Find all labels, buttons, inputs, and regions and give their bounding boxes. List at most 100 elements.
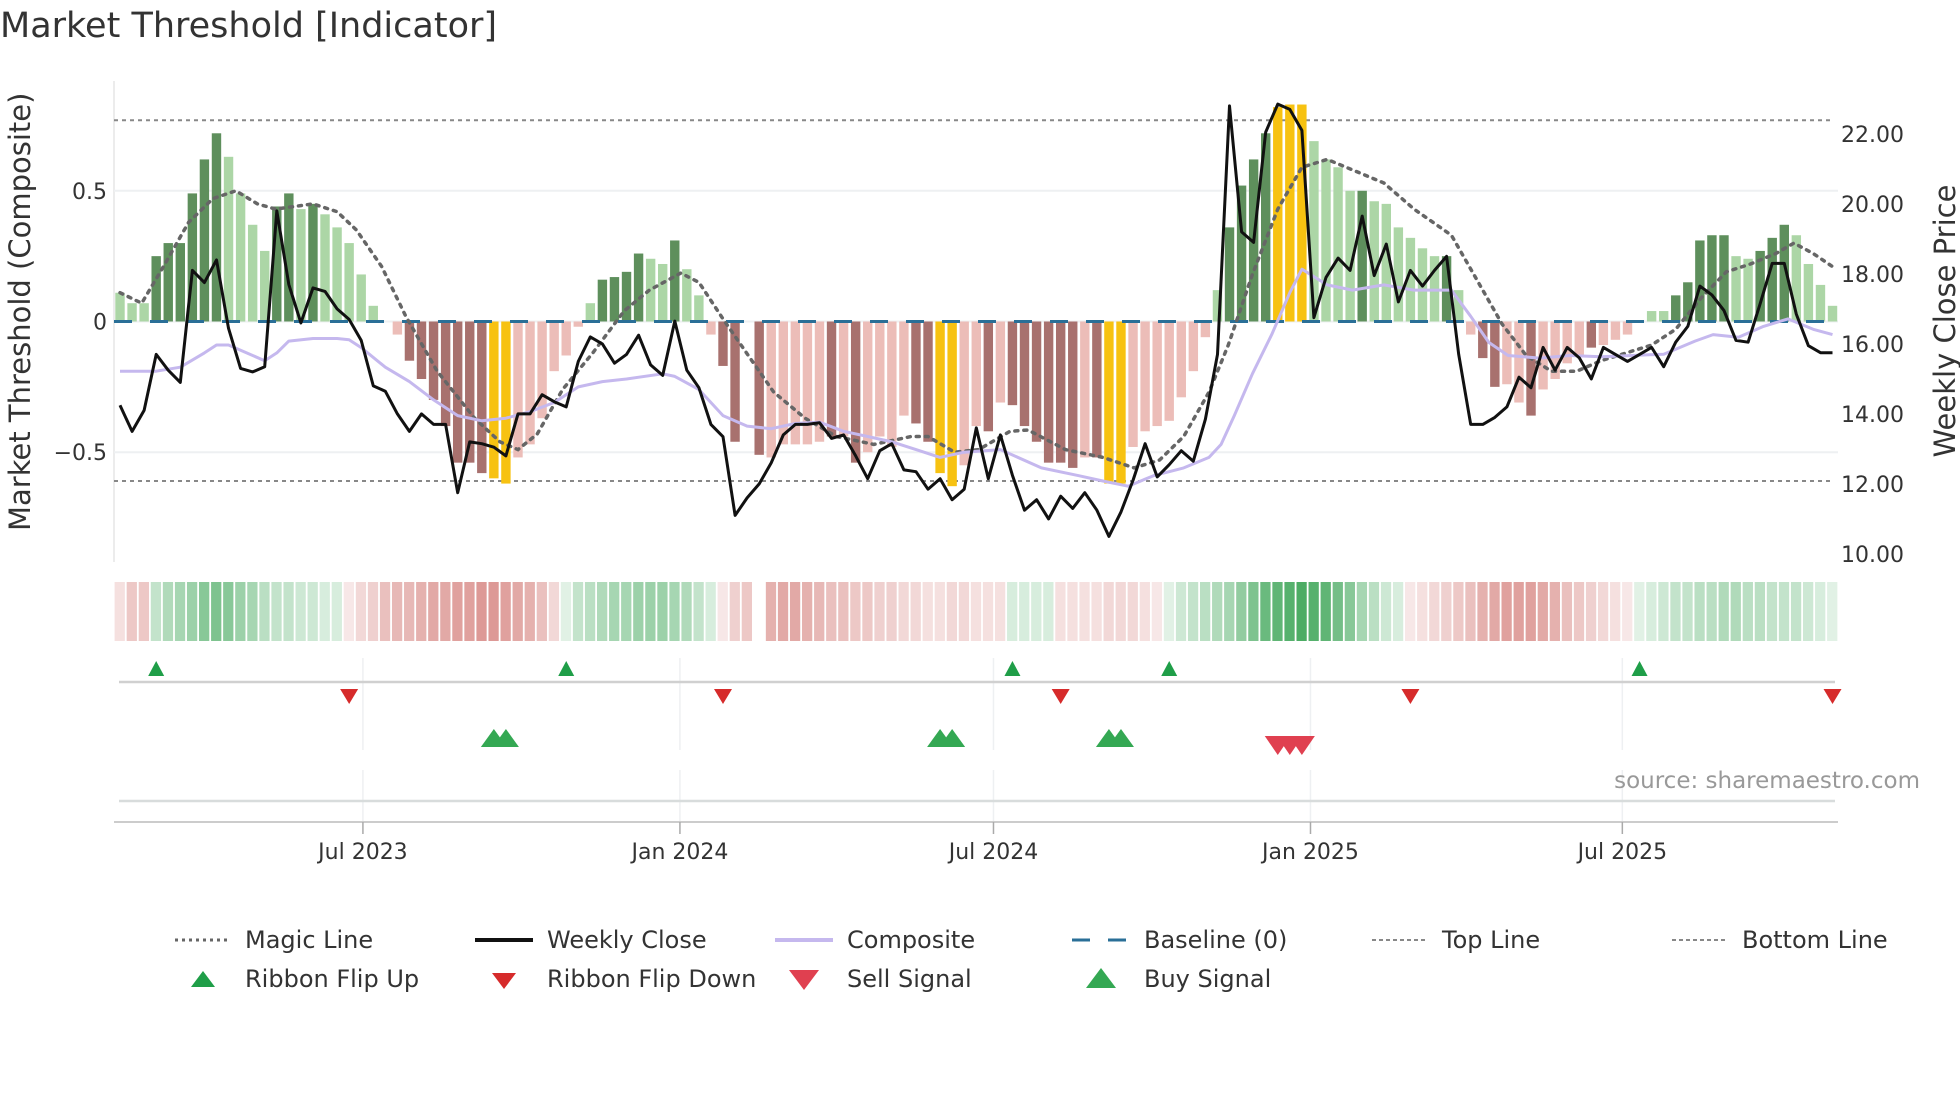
ribbon-flip-up-marker — [1004, 661, 1021, 676]
ribbon-cell — [910, 582, 921, 641]
legend-label: Ribbon Flip Down — [547, 965, 757, 993]
ribbon-cell — [1417, 582, 1428, 641]
histogram-bar — [1080, 321, 1090, 458]
histogram-bar — [670, 240, 680, 322]
ribbon-cell — [1501, 582, 1512, 641]
ribbon-cell — [1248, 582, 1259, 641]
histogram-bar — [899, 321, 909, 416]
ribbon-cell — [886, 582, 897, 641]
ribbon-cell — [1730, 582, 1741, 641]
ribbon-cell — [898, 582, 909, 641]
ribbon-cell — [126, 582, 137, 641]
ribbon-cell — [1043, 582, 1054, 641]
ribbon-cell — [572, 582, 584, 641]
histogram-bar — [633, 253, 644, 322]
ribbon-cell — [247, 582, 258, 641]
ribbon-flip-down-marker — [714, 689, 732, 704]
histogram-bar — [1658, 311, 1669, 322]
histogram-bar — [935, 321, 945, 474]
histogram-bar — [1514, 321, 1524, 403]
ribbon-cell — [1658, 582, 1669, 641]
histogram-bar — [983, 321, 994, 432]
dotted-line-icon — [1672, 939, 1728, 941]
histogram-bar — [1164, 321, 1174, 421]
histogram-bar — [1309, 141, 1319, 322]
ribbon-cell — [295, 582, 306, 641]
ribbon-cell — [1224, 582, 1235, 641]
x-tick-label: Jul 2023 — [316, 840, 408, 865]
histogram-bar — [139, 303, 149, 322]
legend-label: Top Line — [1442, 926, 1541, 954]
ribbon-cell — [970, 582, 982, 641]
histogram-bar — [175, 243, 185, 322]
legend-bottom-line: Bottom Line — [1672, 925, 1888, 955]
solid-line-icon — [475, 938, 533, 942]
histogram-bar — [537, 321, 547, 419]
right-tick-label: 14.00 — [1841, 403, 1904, 428]
ribbon-cell — [1670, 582, 1681, 641]
ribbon-cell — [223, 582, 234, 641]
histogram-bar — [1827, 305, 1838, 322]
histogram-bar — [1357, 190, 1367, 322]
ribbon-cell — [802, 582, 813, 641]
histogram-bar — [1622, 321, 1633, 335]
histogram-bar — [223, 156, 234, 322]
ribbon-cell — [1127, 582, 1138, 641]
histogram-bar — [344, 243, 354, 322]
histogram-bar — [694, 295, 704, 322]
ribbon-cell — [1706, 582, 1717, 641]
ribbon-cell — [1441, 582, 1452, 641]
histogram-bar — [1273, 107, 1283, 322]
ribbon-cell — [1766, 582, 1778, 641]
ribbon-cell — [1465, 582, 1476, 641]
histogram-bar — [1224, 227, 1235, 322]
histogram-bar — [585, 303, 596, 322]
ribbon-cell — [862, 582, 873, 641]
x-tick-label: Jul 2024 — [947, 840, 1039, 865]
ribbon-cell — [1356, 582, 1368, 641]
histogram-bar — [1767, 237, 1777, 322]
ribbon-cell — [1187, 582, 1199, 641]
ribbon-cell — [271, 582, 282, 641]
histogram-bar — [151, 256, 161, 322]
ribbon-cell — [1031, 582, 1042, 641]
ribbon-cell — [452, 582, 463, 641]
solid-line-icon — [775, 938, 833, 942]
histogram-bar — [1707, 235, 1717, 322]
ribbon-cell — [657, 582, 668, 641]
ribbon-cell — [355, 582, 367, 641]
histogram-bar — [1610, 321, 1621, 340]
ribbon-cell — [633, 582, 644, 641]
ribbon-cell — [789, 582, 801, 641]
histogram-bar — [368, 305, 378, 322]
dashed-line-icon — [1072, 938, 1130, 942]
ribbon-cell — [814, 582, 825, 641]
ribbon-cell — [1344, 582, 1355, 641]
histogram-bar — [1598, 321, 1609, 346]
histogram-bar — [477, 321, 487, 474]
ribbon-cell — [1453, 582, 1464, 641]
ribbon-cell — [138, 582, 149, 641]
ribbon-flip-down-marker — [1051, 689, 1070, 704]
ribbon-cell — [235, 582, 246, 641]
legend-composite: Composite — [775, 925, 975, 955]
ribbon-cell — [1320, 582, 1331, 641]
ribbon-flip-down-marker — [1401, 689, 1420, 704]
triangle-down-icon — [789, 970, 819, 990]
legend-label: Buy Signal — [1144, 965, 1272, 993]
ribbon-cell — [114, 582, 125, 641]
ribbon-cell — [645, 582, 656, 641]
ribbon-cell — [1429, 582, 1440, 641]
ribbon-cell — [1803, 582, 1814, 641]
ribbon-cell — [1284, 582, 1295, 641]
right-tick-label: 12.00 — [1841, 473, 1904, 498]
ribbon-cell — [1260, 582, 1271, 641]
histogram-bar — [573, 321, 583, 327]
legend-label: Baseline (0) — [1144, 926, 1288, 954]
left-tick-label: 0 — [93, 311, 107, 336]
histogram-bar — [911, 321, 921, 424]
histogram-bar — [1586, 321, 1597, 348]
histogram-bar — [115, 292, 125, 322]
ribbon-cell — [416, 582, 427, 641]
ribbon-cell — [1405, 582, 1416, 641]
